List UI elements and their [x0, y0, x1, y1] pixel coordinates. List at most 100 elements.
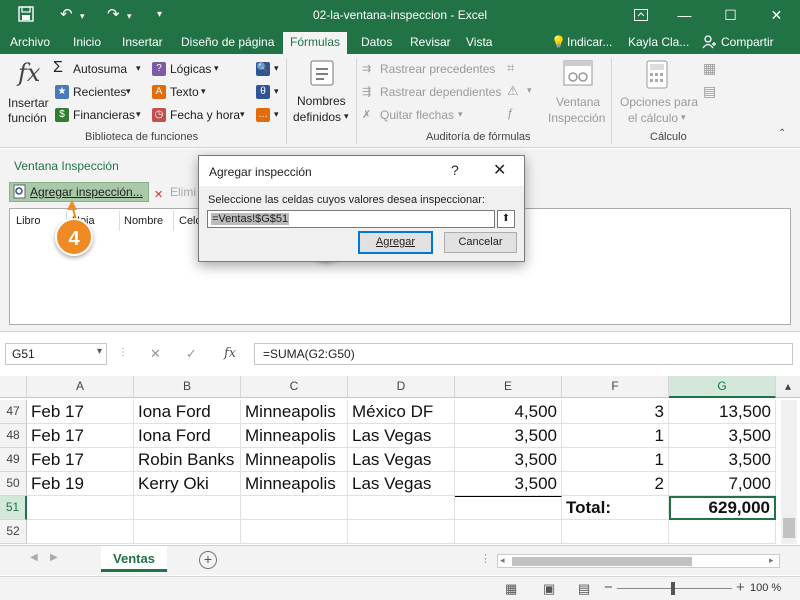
close-icon[interactable]: ✕	[493, 160, 506, 180]
cell[interactable]: 1	[562, 424, 669, 448]
zoom-out-button[interactable]: −	[604, 579, 613, 596]
next-sheet-icon[interactable]: ▶	[50, 552, 58, 563]
name-box-value: G51	[12, 347, 35, 361]
cell[interactable]: Robin Banks	[134, 448, 241, 472]
cell[interactable]: 3,500	[455, 424, 562, 448]
cell[interactable]: México DF	[348, 400, 455, 424]
cell[interactable]: 3,500	[455, 472, 562, 496]
cell[interactable]	[241, 496, 348, 520]
add-button[interactable]: Agregar	[358, 231, 433, 254]
cell[interactable]	[455, 520, 562, 544]
cell[interactable]	[241, 520, 348, 544]
cell[interactable]: Feb 17	[27, 424, 134, 448]
formula-bar: G51 ▾ ⋮ ✕ ✓ fx =SUMA(G2:G50)	[0, 333, 800, 375]
cancel-entry-icon[interactable]: ✕	[150, 346, 161, 362]
cell[interactable]	[669, 520, 776, 544]
zoom-slider-thumb[interactable]	[671, 582, 675, 595]
cell[interactable]: 3,500	[455, 448, 562, 472]
dialog-body: Seleccione las celdas cuyos valores dese…	[199, 186, 524, 261]
chevron-down-icon: ▾	[96, 346, 102, 357]
row-header[interactable]: 52	[0, 520, 27, 544]
split-handle-icon[interactable]: ⋮	[480, 552, 491, 565]
fx-icon[interactable]: fx	[224, 346, 236, 361]
cell[interactable]: Feb 17	[27, 448, 134, 472]
sheet-tab-bar: ◀ ▶ Ventas + ⋮ ◂ ▸	[0, 545, 800, 575]
column-header-a[interactable]: A	[27, 376, 134, 398]
cell[interactable]	[455, 496, 562, 520]
cell[interactable]: Minneapolis	[241, 424, 348, 448]
cell[interactable]: 1	[562, 448, 669, 472]
cell-reference-input[interactable]: =Ventas!$G$51	[207, 210, 495, 228]
help-icon[interactable]: ?	[451, 162, 459, 178]
row-header[interactable]: 47	[0, 400, 27, 424]
dialog-prompt: Seleccione las celdas cuyos valores dese…	[208, 194, 485, 206]
horizontal-scroll-thumb[interactable]	[512, 557, 692, 566]
page-break-icon[interactable]: ▤	[578, 581, 590, 597]
cell[interactable]: Kerry Oki	[134, 472, 241, 496]
vertical-scroll-thumb[interactable]	[783, 518, 795, 538]
cell[interactable]: Minneapolis	[241, 400, 348, 424]
zoom-in-button[interactable]: +	[736, 579, 745, 596]
spreadsheet-grid[interactable]: A B C D E F G ▴ 47 Feb 17 Iona Ford Minneap…	[0, 376, 800, 544]
scroll-right-icon[interactable]: ▸	[769, 555, 774, 566]
prev-sheet-icon[interactable]: ◀	[30, 552, 38, 563]
callout-badge-4: 4	[55, 218, 93, 256]
enter-icon[interactable]: ✓	[186, 346, 197, 362]
cell[interactable]	[348, 496, 455, 520]
cell-reference-value: =Ventas!$G$51	[211, 213, 290, 225]
cell[interactable]: 3,500	[669, 424, 776, 448]
cell[interactable]: 4,500	[455, 400, 562, 424]
cell[interactable]	[134, 496, 241, 520]
scroll-up-icon[interactable]: ▴	[776, 376, 800, 398]
column-header-f[interactable]: F	[562, 376, 669, 398]
cell[interactable]: Minneapolis	[241, 448, 348, 472]
cancel-button[interactable]: Cancelar	[444, 232, 517, 253]
add-watch-dialog: Agregar inspección ? ✕ Seleccione las ce…	[198, 155, 525, 262]
sheet-tab-ventas[interactable]: Ventas	[101, 546, 167, 572]
row-header[interactable]: 49	[0, 448, 27, 472]
cell[interactable]	[27, 496, 134, 520]
name-box[interactable]: G51 ▾	[5, 343, 107, 365]
scroll-left-icon[interactable]: ◂	[500, 555, 505, 566]
status-bar: ▦ ▣ ▤ − + 100 %	[0, 576, 800, 600]
cell[interactable]	[562, 520, 669, 544]
select-all-corner[interactable]	[0, 376, 27, 398]
cell[interactable]	[27, 520, 134, 544]
cell[interactable]: 2	[562, 472, 669, 496]
add-sheet-button[interactable]: +	[199, 551, 217, 569]
dialog-title: Agregar inspección	[209, 165, 312, 179]
cell[interactable]: 3	[562, 400, 669, 424]
cell[interactable]: Iona Ford	[134, 400, 241, 424]
row-header[interactable]: 50	[0, 472, 27, 496]
cell[interactable]	[134, 520, 241, 544]
page-layout-icon[interactable]: ▣	[543, 581, 555, 597]
cell[interactable]: Minneapolis	[241, 472, 348, 496]
cell[interactable]: Las Vegas	[348, 448, 455, 472]
grip-icon[interactable]: ⋮	[118, 347, 128, 358]
cell[interactable]: Total:	[562, 496, 669, 520]
collapse-dialog-icon[interactable]: ⬆	[497, 210, 515, 228]
zoom-level[interactable]: 100 %	[750, 582, 781, 594]
cell[interactable]: 13,500	[669, 400, 776, 424]
cell[interactable]: 3,500	[669, 448, 776, 472]
cell[interactable]: Feb 17	[27, 400, 134, 424]
row-header[interactable]: 51	[0, 496, 27, 520]
cell[interactable]: Iona Ford	[134, 424, 241, 448]
row-header[interactable]: 48	[0, 424, 27, 448]
cell[interactable]: Las Vegas	[348, 472, 455, 496]
column-header-c[interactable]: C	[241, 376, 348, 398]
column-header-e[interactable]: E	[455, 376, 562, 398]
normal-view-icon[interactable]: ▦	[505, 581, 517, 597]
formula-actions: ✕ ✓ fx	[130, 343, 250, 365]
column-header-d[interactable]: D	[348, 376, 455, 398]
cell[interactable]: 7,000	[669, 472, 776, 496]
cell[interactable]: Feb 19	[27, 472, 134, 496]
horizontal-scrollbar[interactable]: ◂ ▸	[497, 554, 780, 568]
column-header-b[interactable]: B	[134, 376, 241, 398]
cell[interactable]: Las Vegas	[348, 424, 455, 448]
column-header-g[interactable]: G	[669, 376, 776, 398]
cell[interactable]	[348, 520, 455, 544]
cell[interactable]: 629,000	[669, 496, 776, 520]
formula-input[interactable]: =SUMA(G2:G50)	[254, 343, 793, 365]
vertical-scrollbar[interactable]	[781, 400, 797, 544]
